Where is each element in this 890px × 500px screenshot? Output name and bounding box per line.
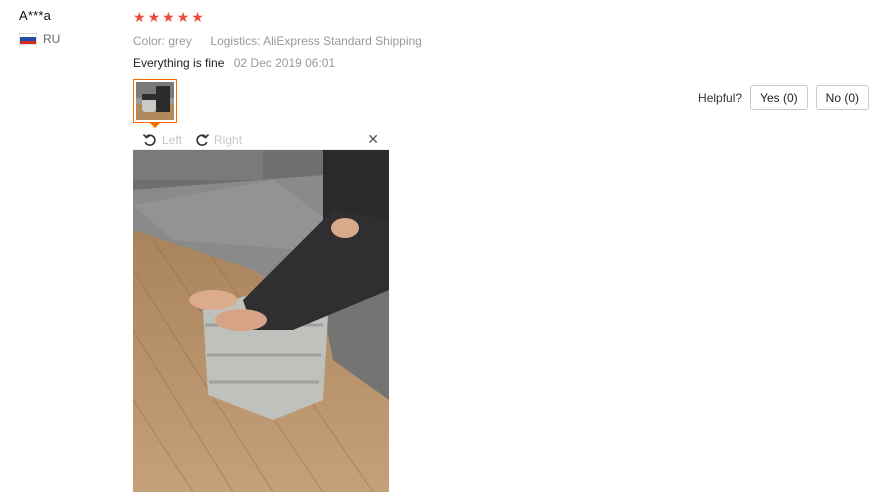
rotate-left-icon [143, 133, 156, 146]
product-attributes: Color: grey Logistics: AliExpress Standa… [133, 34, 422, 48]
thumbnail-image [136, 82, 174, 120]
reviewer-info: A***a RU [19, 8, 60, 46]
country-code: RU [43, 32, 61, 46]
star-icon: ★ [162, 9, 175, 25]
review-photo-thumbnail[interactable] [133, 79, 177, 123]
rotate-right-label: Right [214, 132, 243, 147]
review-date: 02 Dec 2019 06:01 [233, 56, 336, 70]
logistics-label: Logistics: [210, 34, 261, 48]
review-text: Everything is fine [133, 56, 225, 70]
close-icon[interactable]: ✕ [367, 132, 379, 146]
review-body: ★ ★ ★ ★ ★ Color: grey Logistics: AliExpr… [133, 10, 422, 70]
star-icon: ★ [176, 9, 190, 25]
helpful-label: Helpful? [698, 90, 743, 105]
helpful-voting: Helpful? Yes (0) No (0) [698, 85, 869, 110]
image-viewer-toolbar: Left Right ✕ [133, 130, 389, 150]
star-rating: ★ ★ ★ ★ ★ [133, 10, 422, 24]
star-icon: ★ [133, 9, 146, 25]
rotate-left-label: Left [162, 132, 183, 147]
reviewer-country: RU [19, 32, 60, 46]
star-icon: ★ [147, 9, 161, 25]
star-icon: ★ [191, 9, 204, 25]
reviewer-name: A***a [19, 8, 52, 23]
logistics-value: AliExpress Standard Shipping [263, 34, 422, 48]
rotate-right-icon [196, 133, 210, 146]
review-text-line: Everything is fine 02 Dec 2019 06:01 [133, 56, 422, 70]
rotate-right-button[interactable]: Right [195, 133, 242, 147]
review-photo-enlarged [133, 150, 389, 492]
color-value: grey [168, 34, 192, 48]
thumbnail-pointer [150, 123, 160, 128]
russia-flag-icon [19, 33, 37, 45]
helpful-yes-button[interactable]: Yes (0) [750, 85, 808, 110]
helpful-no-button[interactable]: No (0) [815, 85, 869, 110]
rotate-left-button[interactable]: Left [143, 133, 182, 147]
color-label: Color: [133, 34, 166, 48]
